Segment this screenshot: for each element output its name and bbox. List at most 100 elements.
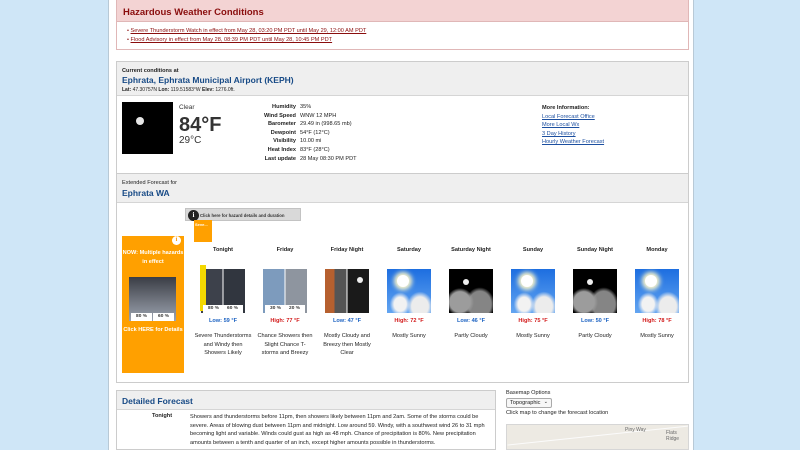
lat-label: Lat: (122, 87, 132, 93)
link-more-local-wx[interactable]: More Local Wx (542, 121, 604, 130)
precip-chance-right: 20 % (284, 305, 305, 313)
current-conditions-pretitle: Current conditions at (122, 68, 179, 74)
precip-chance-left: 80 % (131, 313, 152, 321)
current-temp-c: 29°C (179, 135, 202, 146)
precip-chance-right: 60 % (222, 305, 243, 313)
period-temp: High: 75 °F (518, 318, 548, 324)
period-desc: Partly Cloudy (454, 333, 488, 339)
moon-icon (463, 279, 469, 285)
extended-forecast-pretitle: Extended Forecast for (122, 180, 178, 186)
link-local-forecast-office[interactable]: Local Forecast Office (542, 113, 604, 122)
hazard-summary-box[interactable]: i NOW: Multiple hazards in effect 80 % 6… (122, 236, 184, 373)
current-conditions-header: Current conditions at Ephrata, Ephrata M… (117, 62, 688, 96)
detail-value: 83°F (28°C) (299, 146, 330, 153)
period-name: Monday (646, 247, 668, 253)
hazard-item: Severe Thunderstorm Watch in effect from… (127, 27, 688, 36)
period-name: Friday (276, 247, 294, 253)
detail-value: 28 May 08:30 PM PDT (299, 155, 357, 162)
current-temp-f: 84°F (179, 114, 222, 136)
more-information-title: More Information: (542, 105, 590, 111)
period-name: Sunday (522, 247, 544, 253)
period-desc: Mostly Cloudy and Breezy then Mostly Cle… (323, 333, 371, 357)
map-label: Piny Way (625, 427, 646, 433)
detailed-forecast-title: Detailed Forecast (117, 391, 495, 410)
info-icon: i (172, 236, 181, 245)
detail-key: Visibility (273, 138, 296, 145)
extended-forecast-header: Extended Forecast for Ephrata WA (117, 174, 688, 203)
hazard-list: Severe Thunderstorm Watch in effect from… (117, 22, 688, 45)
period-temp: High: 72 °F (394, 318, 424, 324)
hazard-details-label: Click here for hazard details and durati… (200, 213, 285, 218)
precip-chance-left: 80 % (203, 305, 224, 313)
partly-cloudy-night-icon (573, 269, 617, 313)
hazard-item: Flood Advisory in effect from May 28, 08… (127, 36, 688, 45)
period-desc: Mostly Sunny (640, 333, 674, 339)
link-hourly-forecast[interactable]: Hourly Weather Forecast (542, 138, 604, 147)
detail-key: Wind Speed (264, 112, 296, 119)
detail-value: 29.49 in (998.65 mb) (299, 121, 352, 128)
mostly-cloudy-night-icon (325, 269, 369, 313)
period-temp: High: 78 °F (642, 318, 672, 324)
sunny-icon (635, 269, 679, 313)
station-name: Ephrata, Ephrata Municipal Airport (KEPH… (122, 75, 294, 85)
lat-value: 47.30757N (132, 87, 158, 93)
thunderstorm-icon: 80 % 60 % (129, 277, 176, 321)
period-temp: Low: 59 °F (208, 318, 238, 324)
sun-icon (521, 275, 533, 287)
detail-key: Humidity (272, 104, 296, 110)
detail-row: Barometer 29.49 in (998.65 mb) (262, 120, 359, 129)
page: Hazardous Weather Conditions Severe Thun… (108, 0, 694, 450)
elev-value: 1276.0ft. (215, 87, 235, 93)
sun-icon (397, 275, 409, 287)
detail-value: 54°F (12°C) (299, 129, 330, 136)
period-desc: Chance Showers then Slight Chance T-stor… (257, 333, 313, 357)
detail-key: Heat Index (267, 146, 296, 153)
period-name: Friday Night (330, 247, 364, 253)
thunderstorm-icon: 80 % 60 % (200, 265, 245, 313)
hazard-link-thunderstorm-watch[interactable]: Severe Thunderstorm Watch in effect from… (131, 28, 367, 34)
lon-value: 119.51583°W (170, 87, 201, 93)
moon-icon (587, 279, 593, 285)
extended-forecast-panel: Extended Forecast for Ephrata WA i Click… (116, 173, 689, 383)
detail-key: Last update (264, 155, 296, 162)
partly-cloudy-night-icon (449, 269, 493, 313)
detail-row: Heat Index 83°F (28°C) (262, 146, 359, 155)
period-temp: Low: 46 °F (456, 318, 486, 324)
precip-chance-left: 30 % (265, 305, 286, 313)
detail-value: WNW 12 MPH (299, 112, 337, 119)
hazard-summary-text: NOW: Multiple hazards in effect (122, 250, 184, 265)
extended-forecast-location: Ephrata WA (122, 188, 170, 198)
period-name: Saturday Night (451, 247, 491, 253)
station-coordinates: Lat: 47.30757N Lon: 119.51583°W Elev: 12… (122, 87, 688, 93)
map-road (507, 425, 688, 446)
elev-label: Elev: (202, 87, 214, 93)
moon-icon (357, 277, 363, 283)
period-temp: High: 77 °F (270, 318, 300, 324)
forecast-map[interactable]: Piny Way Flats Ridge (506, 424, 689, 450)
period-temp: Low: 47 °F (332, 318, 362, 324)
hazard-title: Hazardous Weather Conditions (117, 0, 688, 22)
hazard-panel: Hazardous Weather Conditions Severe Thun… (116, 0, 689, 50)
sunny-icon (511, 269, 555, 313)
detail-value: 35% (299, 104, 312, 110)
hazard-details-link[interactable]: Click HERE for Details (122, 326, 184, 335)
basemap-options-label: Basemap Options (506, 390, 551, 396)
current-details-table: Humidity 35% Wind Speed WNW 12 MPH Baromet… (262, 103, 359, 163)
link-3-day-history[interactable]: 3 Day History (542, 130, 604, 139)
severe-tag[interactable]: Seve... (194, 220, 212, 242)
period-desc: Mostly Sunny (516, 333, 550, 339)
lon-label: Lon: (158, 87, 170, 93)
period-name: Tonight (212, 247, 234, 253)
sunny-icon (387, 269, 431, 313)
detail-row: Visibility 10.00 mi (262, 137, 359, 146)
period-name: Sunday Night (576, 247, 614, 253)
detail-value: 10.00 mi (299, 138, 322, 145)
current-conditions-panel: Current conditions at Ephrata, Ephrata M… (116, 61, 689, 174)
basemap-select[interactable]: Topographic ⌄ (506, 398, 552, 408)
hazard-link-flood-advisory[interactable]: Flood Advisory in effect from May 28, 08… (131, 37, 333, 43)
map-label: Flats Ridge (666, 430, 680, 442)
period-desc: Severe Thunderstorms and Windy then Show… (194, 333, 252, 357)
detailed-forecast-panel: Detailed Forecast Tonight Showers and th… (116, 390, 496, 450)
chevron-down-icon: ⌄ (543, 399, 548, 405)
map-hint: Click map to change the forecast locatio… (506, 410, 609, 416)
